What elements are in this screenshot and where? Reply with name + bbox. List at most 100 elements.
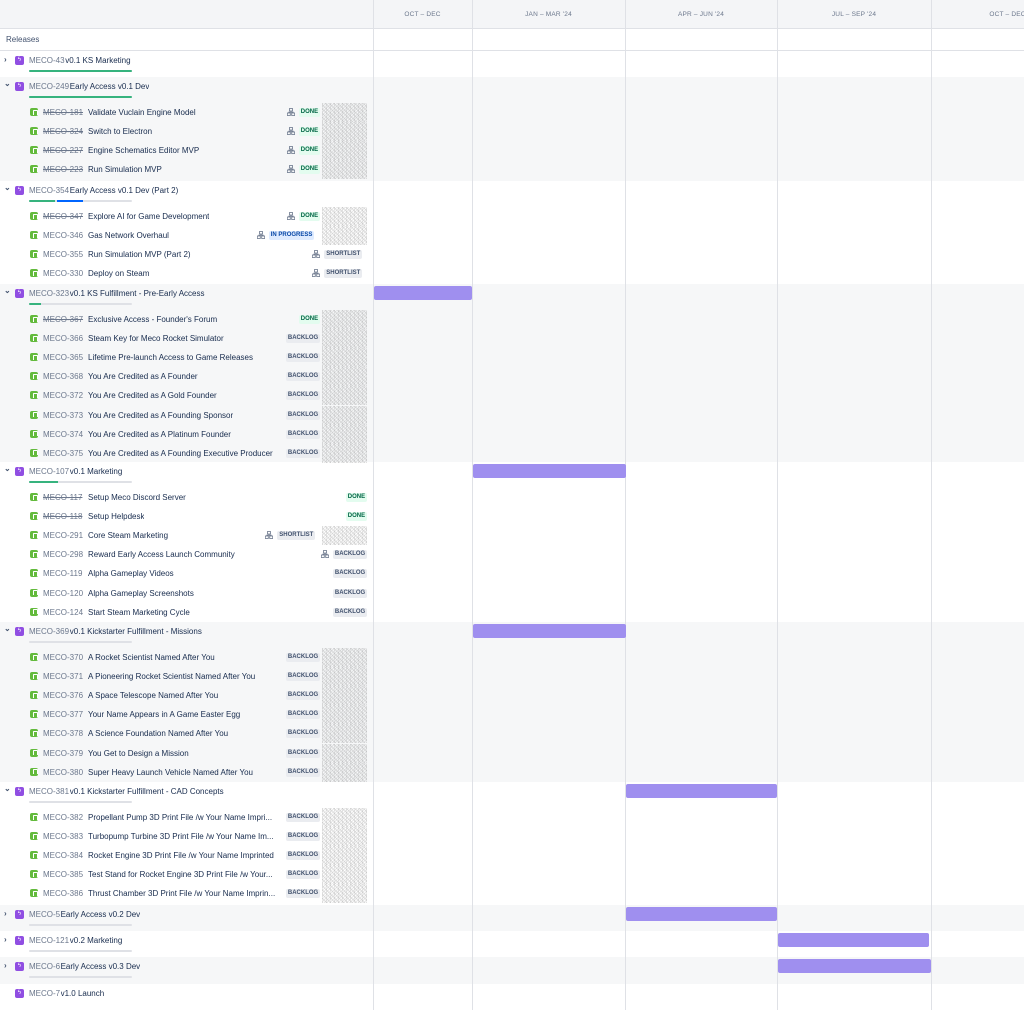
story-title[interactable]: Test Stand for Rocket Engine 3D Print Fi… bbox=[88, 870, 273, 879]
story-row[interactable]: MECO-371 A Pioneering Rocket Scientist Na… bbox=[0, 667, 373, 687]
story-row[interactable]: MECO-367 Exclusive Access - Founder's For… bbox=[0, 310, 373, 329]
status-badge[interactable]: DONE bbox=[298, 146, 321, 156]
assignee-avatar[interactable] bbox=[322, 884, 367, 904]
story-title[interactable]: A Rocket Scientist Named After You bbox=[88, 653, 215, 662]
story-title[interactable]: Propellant Pump 3D Print File /w Your Na… bbox=[88, 813, 272, 822]
child-issues-icon[interactable] bbox=[286, 165, 295, 174]
story-key[interactable]: MECO-330 bbox=[43, 269, 83, 278]
epic-title[interactable]: Early Access v0.2 Dev bbox=[61, 910, 141, 919]
epic-timeline-bar[interactable] bbox=[778, 959, 931, 973]
status-badge[interactable]: SHORTLIST bbox=[324, 269, 363, 279]
story-key[interactable]: MECO-373 bbox=[43, 411, 83, 420]
epic-timeline-bar[interactable] bbox=[473, 464, 626, 478]
story-title[interactable]: Setup Meco Discord Server bbox=[88, 493, 186, 502]
story-row[interactable]: MECO-346 Gas Network Overhaul IN PROGRESS bbox=[0, 226, 373, 246]
chevron-down-icon[interactable]: ⌄ bbox=[4, 80, 12, 88]
assignee-avatar[interactable] bbox=[322, 329, 367, 349]
story-key[interactable]: MECO-374 bbox=[43, 430, 83, 439]
child-issues-icon[interactable] bbox=[286, 212, 295, 220]
child-issues-icon[interactable] bbox=[312, 269, 321, 278]
epic-row[interactable]: ⌄ ϟ MECO-354 Early Access v0.1 Dev (Part 2) bbox=[0, 181, 373, 205]
story-row[interactable]: MECO-386 Thrust Chamber 3D Print File /w … bbox=[0, 884, 373, 904]
status-badge[interactable]: BACKLOG bbox=[285, 729, 321, 739]
status-badge[interactable]: DONE bbox=[298, 212, 321, 221]
epic-key[interactable]: MECO-121 bbox=[29, 936, 69, 945]
story-key[interactable]: MECO-378 bbox=[43, 729, 83, 738]
story-row[interactable]: MECO-181 Validate Vuclain Engine Model DON… bbox=[0, 103, 373, 122]
story-key[interactable]: MECO-298 bbox=[43, 550, 83, 559]
status-badge[interactable]: BACKLOG bbox=[285, 672, 321, 682]
epic-key[interactable]: MECO-7 bbox=[29, 989, 60, 998]
epic-row[interactable]: ⌄ ϟ MECO-323 v0.1 KS Fulfillment - Pre-Earl… bbox=[0, 284, 373, 308]
status-badge[interactable]: BACKLOG bbox=[332, 569, 368, 579]
story-key[interactable]: MECO-386 bbox=[43, 889, 83, 898]
story-key[interactable]: MECO-376 bbox=[43, 691, 83, 700]
epic-title[interactable]: Early Access v0.3 Dev bbox=[61, 962, 141, 971]
status-badge[interactable]: BACKLOG bbox=[332, 550, 368, 560]
assignee-avatar[interactable] bbox=[322, 348, 367, 368]
story-row[interactable]: MECO-378 A Science Foundation Named After… bbox=[0, 724, 373, 744]
story-title[interactable]: Turbopump Turbine 3D Print File /w Your … bbox=[88, 832, 274, 841]
story-title[interactable]: You Are Credited as A Gold Founder bbox=[88, 391, 217, 400]
story-key[interactable]: MECO-347 bbox=[43, 212, 83, 221]
chevron-down-icon[interactable]: ⌄ bbox=[4, 625, 12, 633]
story-title[interactable]: Setup Helpdesk bbox=[88, 512, 144, 521]
assignee-avatar[interactable] bbox=[322, 226, 367, 246]
story-key[interactable]: MECO-324 bbox=[43, 127, 83, 136]
epic-row[interactable]: › ϟ MECO-6 Early Access v0.3 Dev bbox=[0, 957, 373, 981]
epic-key[interactable]: MECO-354 bbox=[29, 186, 69, 195]
assignee-avatar[interactable] bbox=[322, 424, 367, 444]
assignee-avatar[interactable] bbox=[322, 762, 367, 782]
status-badge[interactable]: BACKLOG bbox=[285, 832, 321, 842]
epic-key[interactable]: MECO-5 bbox=[29, 910, 60, 919]
status-badge[interactable]: BACKLOG bbox=[285, 691, 321, 701]
status-badge[interactable]: SHORTLIST bbox=[277, 531, 316, 541]
story-key[interactable]: MECO-346 bbox=[43, 231, 83, 240]
story-key[interactable]: MECO-117 bbox=[43, 493, 82, 502]
epic-key[interactable]: MECO-381 bbox=[29, 787, 69, 796]
story-row[interactable]: MECO-324 Switch to Electron DONE bbox=[0, 122, 373, 142]
story-title[interactable]: You Are Credited as A Platinum Founder bbox=[88, 430, 231, 439]
epic-key[interactable]: MECO-323 bbox=[29, 289, 69, 298]
chevron-right-icon[interactable]: › bbox=[4, 962, 12, 970]
status-badge[interactable]: BACKLOG bbox=[285, 748, 321, 758]
assignee-avatar[interactable] bbox=[322, 724, 367, 744]
epic-row[interactable]: ⌄ ϟ MECO-249 Early Access v0.1 Dev bbox=[0, 77, 373, 101]
story-key[interactable]: MECO-371 bbox=[43, 672, 83, 681]
assignee-avatar[interactable] bbox=[322, 160, 367, 180]
story-row[interactable]: MECO-366 Steam Key for Meco Rocket Simula… bbox=[0, 329, 373, 349]
story-row[interactable]: MECO-372 You Are Credited as A Gold Found… bbox=[0, 386, 373, 406]
story-title[interactable]: You Are Credited as A Founder bbox=[88, 372, 198, 381]
story-key[interactable]: MECO-377 bbox=[43, 710, 83, 719]
assignee-avatar[interactable] bbox=[322, 103, 367, 122]
epic-row[interactable]: ⌄ ϟ MECO-107 v0.1 Marketing bbox=[0, 462, 373, 486]
epic-title[interactable]: Early Access v0.1 Dev (Part 2) bbox=[70, 186, 178, 195]
epic-row[interactable]: ⌄ ϟ MECO-369 v0.1 Kickstarter Fulfillment -… bbox=[0, 622, 373, 646]
story-title[interactable]: Gas Network Overhaul bbox=[88, 231, 169, 240]
chevron-right-icon[interactable]: › bbox=[4, 936, 12, 944]
assignee-avatar[interactable] bbox=[322, 705, 367, 725]
story-title[interactable]: Core Steam Marketing bbox=[88, 531, 168, 540]
story-title[interactable]: Lifetime Pre-launch Access to Game Relea… bbox=[88, 353, 253, 362]
status-badge[interactable]: DONE bbox=[298, 315, 321, 324]
story-row[interactable]: MECO-376 A Space Telescope Named After Yo… bbox=[0, 686, 373, 706]
story-title[interactable]: You Are Credited as A Founding Sponsor bbox=[88, 411, 233, 420]
story-key[interactable]: MECO-365 bbox=[43, 353, 83, 362]
story-key[interactable]: MECO-379 bbox=[43, 749, 83, 758]
story-title[interactable]: Rocket Engine 3D Print File /w Your Name… bbox=[88, 851, 274, 860]
epic-timeline-bar[interactable] bbox=[778, 933, 929, 947]
child-issues-icon[interactable] bbox=[312, 250, 321, 259]
story-row[interactable]: MECO-298 Reward Early Access Launch Commu… bbox=[0, 545, 373, 564]
story-key[interactable]: MECO-382 bbox=[43, 813, 83, 822]
epic-row[interactable]: ⌄ ϟ MECO-381 v0.1 Kickstarter Fulfillment -… bbox=[0, 782, 373, 806]
status-badge[interactable]: DONE bbox=[298, 108, 321, 117]
story-row[interactable]: MECO-370 A Rocket Scientist Named After Y… bbox=[0, 648, 373, 667]
epic-title[interactable]: v0.2 Marketing bbox=[70, 936, 122, 945]
assignee-avatar[interactable] bbox=[322, 743, 367, 763]
epic-title[interactable]: Early Access v0.1 Dev bbox=[70, 82, 150, 91]
story-title[interactable]: Reward Early Access Launch Community bbox=[88, 550, 235, 559]
story-key[interactable]: MECO-120 bbox=[43, 589, 83, 598]
assignee-avatar[interactable] bbox=[322, 386, 367, 406]
story-title[interactable]: Validate Vuclain Engine Model bbox=[88, 108, 196, 117]
status-badge[interactable]: BACKLOG bbox=[332, 588, 368, 598]
